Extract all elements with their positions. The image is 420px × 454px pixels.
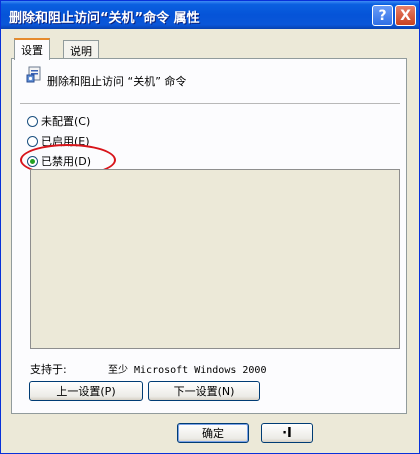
window-title: 删除和阻止访问“关机”命令 属性 [9, 11, 200, 26]
properties-dialog: 删除和阻止访问“关机”命令 属性 ? X 设置 说明 删除和阻止访问 “关机” … [0, 0, 420, 454]
previous-setting-button[interactable]: 上一设置(P) [29, 381, 143, 401]
policy-name: 删除和阻止访问 “关机” 命令 [47, 75, 187, 88]
policy-settings-icon [26, 66, 41, 83]
close-button[interactable]: X [395, 5, 416, 26]
cancel-button[interactable]: ·I [261, 423, 313, 443]
tab-settings[interactable]: 设置 [14, 38, 50, 60]
tab-explain[interactable]: 说明 [63, 40, 99, 60]
options-area [30, 169, 400, 349]
close-icon: X [400, 7, 411, 24]
radio-not-configured[interactable] [27, 115, 38, 127]
title-bar[interactable]: 删除和阻止访问“关机”命令 属性 ? X [1, 1, 419, 29]
option-label: 未配置(C) [41, 115, 91, 128]
help-icon: ? [378, 7, 387, 24]
support-label: 支持于: [30, 363, 67, 376]
support-value: 至少 Microsoft Windows 2000 [108, 365, 267, 376]
radio-enabled[interactable] [27, 135, 38, 147]
next-setting-button[interactable]: 下一设置(N) [148, 381, 260, 401]
help-button[interactable]: ? [372, 5, 393, 26]
separator [20, 103, 400, 104]
settings-panel: 删除和阻止访问 “关机” 命令 未配置(C) 已启用(E) 已禁用(D) 支持于… [11, 58, 407, 414]
option-not-configured[interactable]: 未配置(C) [27, 113, 90, 129]
ok-button[interactable]: 确定 [177, 423, 249, 443]
